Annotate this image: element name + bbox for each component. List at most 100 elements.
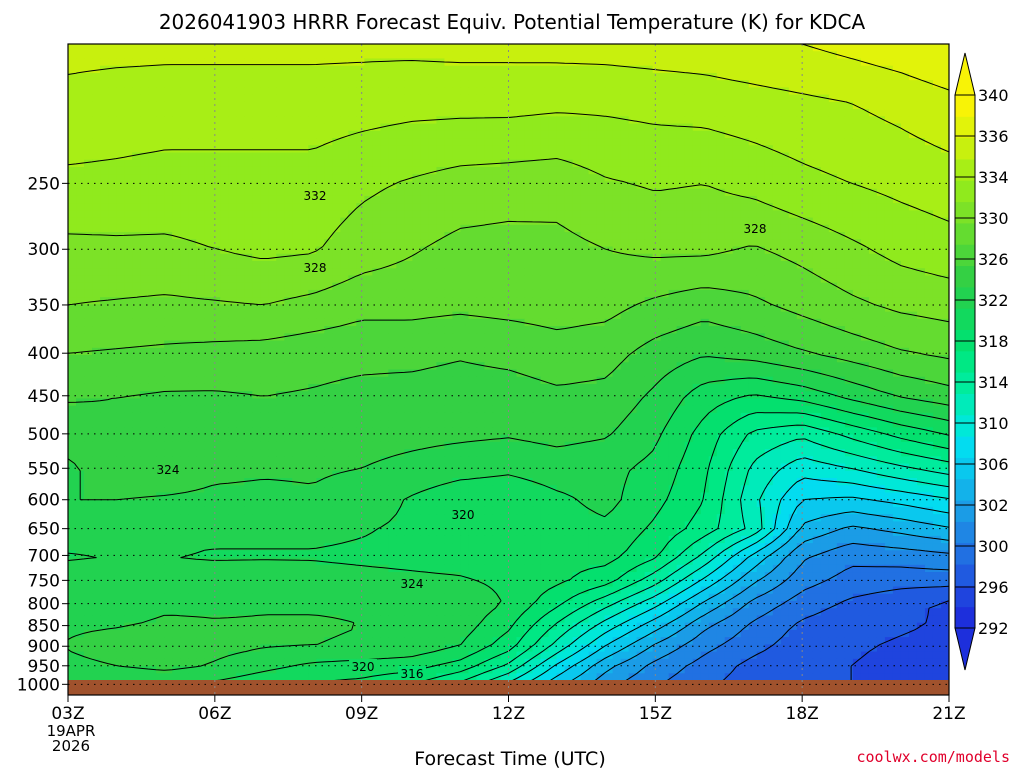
fill-cell bbox=[244, 174, 253, 183]
fill-cell bbox=[436, 318, 446, 327]
fill-cell bbox=[276, 58, 285, 67]
fill-cell bbox=[452, 80, 462, 88]
fill-cell bbox=[612, 188, 622, 197]
fill-cell bbox=[764, 123, 774, 132]
fill-cell bbox=[500, 181, 510, 190]
fill-cell bbox=[732, 304, 742, 313]
fill-cell bbox=[884, 318, 894, 327]
fill-cell bbox=[804, 232, 814, 240]
fill-cell bbox=[932, 87, 942, 96]
fill-cell bbox=[204, 181, 213, 190]
fill-cell bbox=[236, 326, 245, 334]
fill-cell bbox=[372, 275, 381, 284]
fill-cell bbox=[900, 224, 910, 233]
fill-cell bbox=[684, 94, 694, 103]
fill-cell bbox=[556, 318, 566, 327]
fill-cell bbox=[164, 261, 173, 269]
fill-cell bbox=[164, 282, 173, 291]
fill-cell bbox=[588, 138, 598, 146]
fill-cell bbox=[380, 275, 389, 284]
fill-cell bbox=[884, 87, 894, 96]
fill-cell bbox=[76, 181, 85, 190]
fill-cell bbox=[820, 101, 830, 110]
fill-cell bbox=[348, 217, 357, 226]
fill-cell bbox=[748, 362, 758, 371]
fill-cell bbox=[564, 188, 574, 197]
fill-cell bbox=[252, 347, 261, 356]
fill-cell bbox=[244, 181, 253, 190]
fill-cell bbox=[188, 166, 197, 175]
fill-cell bbox=[508, 326, 518, 334]
fill-cell bbox=[84, 289, 93, 298]
fill-cell bbox=[444, 94, 454, 103]
fill-cell bbox=[828, 44, 838, 52]
fill-cell bbox=[556, 174, 566, 183]
fill-cell bbox=[108, 355, 117, 363]
fill-cell bbox=[340, 311, 349, 320]
fill-cell bbox=[884, 217, 894, 226]
fill-cell bbox=[204, 145, 213, 154]
fill-cell bbox=[732, 51, 742, 60]
fill-cell bbox=[732, 123, 742, 132]
fill-cell bbox=[508, 246, 518, 255]
fill-cell bbox=[412, 224, 421, 233]
fill-cell bbox=[500, 355, 510, 363]
fill-cell bbox=[156, 268, 165, 277]
fill-cell bbox=[676, 44, 686, 52]
fill-cell bbox=[780, 72, 790, 81]
fill-cell bbox=[164, 355, 173, 363]
fill-cell bbox=[100, 318, 109, 327]
fill-cell bbox=[348, 340, 357, 349]
fill-cell bbox=[868, 145, 878, 154]
fill-cell bbox=[596, 340, 606, 349]
fill-cell bbox=[92, 101, 101, 110]
fill-cell bbox=[284, 326, 293, 334]
fill-cell bbox=[140, 174, 149, 183]
fill-cell bbox=[364, 239, 373, 248]
fill-cell bbox=[676, 58, 686, 67]
fill-cell bbox=[452, 318, 462, 327]
fill-cell bbox=[204, 138, 213, 146]
fill-cell bbox=[604, 138, 614, 146]
fill-cell bbox=[252, 362, 261, 371]
fill-cell bbox=[796, 326, 806, 334]
fill-cell bbox=[260, 239, 269, 248]
fill-cell bbox=[100, 369, 109, 378]
fill-cell bbox=[212, 145, 221, 154]
fill-cell bbox=[148, 232, 157, 240]
fill-cell bbox=[524, 304, 534, 313]
fill-cell bbox=[764, 72, 774, 81]
fill-cell bbox=[156, 188, 165, 197]
fill-cell bbox=[892, 232, 902, 240]
fill-cell bbox=[204, 109, 213, 117]
fill-cell bbox=[84, 340, 93, 349]
fill-cell bbox=[156, 297, 165, 305]
fill-cell bbox=[348, 246, 357, 255]
fill-cell bbox=[196, 87, 205, 96]
fill-cell bbox=[836, 203, 846, 211]
fill-cell bbox=[844, 195, 854, 204]
fill-cell bbox=[588, 80, 598, 88]
fill-cell bbox=[684, 203, 694, 211]
fill-cell bbox=[468, 203, 478, 211]
fill-cell bbox=[908, 261, 918, 269]
fill-cell bbox=[212, 138, 221, 146]
fill-cell bbox=[348, 289, 357, 298]
fill-cell bbox=[780, 138, 790, 146]
fill-cell bbox=[524, 224, 534, 233]
fill-cell bbox=[412, 159, 421, 168]
fill-cell bbox=[364, 203, 373, 211]
fill-cell bbox=[620, 333, 630, 342]
fill-cell bbox=[84, 181, 93, 190]
fill-cell bbox=[804, 289, 814, 298]
fill-cell bbox=[780, 44, 790, 52]
fill-cell bbox=[772, 58, 782, 67]
fill-cell bbox=[740, 130, 750, 139]
fill-cell bbox=[932, 138, 942, 146]
fill-cell bbox=[364, 333, 373, 342]
fill-cell bbox=[556, 311, 566, 320]
fill-cell bbox=[740, 333, 750, 342]
fill-cell bbox=[508, 123, 518, 132]
fill-cell bbox=[140, 51, 149, 60]
fill-cell bbox=[396, 123, 405, 132]
